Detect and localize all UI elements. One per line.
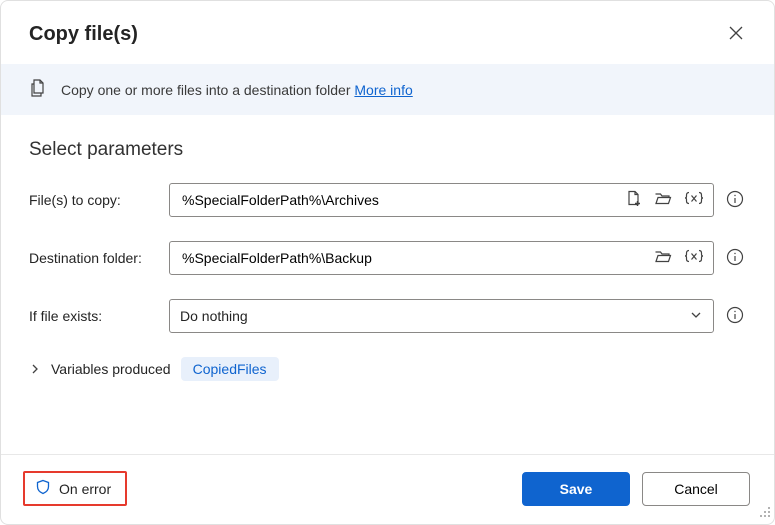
info-icon [726, 306, 744, 327]
variables-label: Variables produced [51, 361, 171, 377]
banner-desc: Copy one or more files into a destinatio… [61, 82, 354, 98]
files-to-copy-label: File(s) to copy: [29, 192, 169, 208]
variable-icon [684, 249, 704, 267]
folder-open-icon [654, 248, 672, 268]
resize-grip-icon[interactable] [759, 505, 771, 521]
close-icon [728, 25, 744, 44]
select-file-button[interactable] [622, 187, 645, 213]
destination-icons [651, 245, 707, 271]
info-banner: Copy one or more files into a destinatio… [1, 64, 774, 115]
files-to-copy-icons [622, 187, 707, 213]
if-exists-label: If file exists: [29, 308, 169, 324]
files-to-copy-input[interactable] [180, 191, 622, 209]
if-exists-info[interactable] [724, 306, 746, 327]
destination-row: Destination folder: [29, 241, 746, 275]
dialog-content: Select parameters File(s) to copy: [1, 115, 774, 454]
variable-icon [684, 191, 704, 209]
dialog-title: Copy file(s) [29, 23, 138, 46]
if-exists-value: Do nothing [180, 308, 248, 324]
copy-files-dialog: Copy file(s) Copy one or more files into… [0, 0, 775, 525]
select-folder-button[interactable] [651, 187, 675, 213]
on-error-button[interactable]: On error [23, 471, 127, 506]
variables-produced-row[interactable]: Variables produced CopiedFiles [29, 357, 746, 381]
files-to-copy-row: File(s) to copy: [29, 183, 746, 217]
shield-icon [35, 479, 51, 498]
destination-info[interactable] [724, 248, 746, 269]
banner-text: Copy one or more files into a destinatio… [61, 82, 413, 98]
destination-input[interactable] [180, 249, 651, 267]
cancel-button[interactable]: Cancel [642, 472, 750, 506]
section-title: Select parameters [29, 139, 746, 161]
select-variable-button[interactable] [681, 246, 707, 270]
close-button[interactable] [722, 19, 750, 50]
dialog-footer: On error Save Cancel [1, 454, 774, 524]
select-variable-button[interactable] [681, 188, 707, 212]
dialog-header: Copy file(s) [1, 1, 774, 64]
folder-open-icon [654, 190, 672, 210]
chevron-down-icon [689, 308, 703, 325]
more-info-link[interactable]: More info [354, 82, 412, 98]
select-folder-button[interactable] [651, 245, 675, 271]
chevron-right-icon [29, 363, 41, 375]
files-to-copy-info[interactable] [724, 190, 746, 211]
file-add-icon [625, 190, 642, 210]
if-exists-select[interactable]: Do nothing [169, 299, 714, 333]
info-icon [726, 248, 744, 269]
footer-actions: Save Cancel [522, 472, 750, 506]
files-to-copy-input-wrap [169, 183, 714, 217]
variable-pill[interactable]: CopiedFiles [181, 357, 279, 381]
save-button[interactable]: Save [522, 472, 630, 506]
if-exists-row: If file exists: Do nothing [29, 299, 746, 333]
destination-input-wrap [169, 241, 714, 275]
destination-label: Destination folder: [29, 250, 169, 266]
copy-file-icon [29, 78, 49, 101]
info-icon [726, 190, 744, 211]
on-error-label: On error [59, 481, 111, 497]
